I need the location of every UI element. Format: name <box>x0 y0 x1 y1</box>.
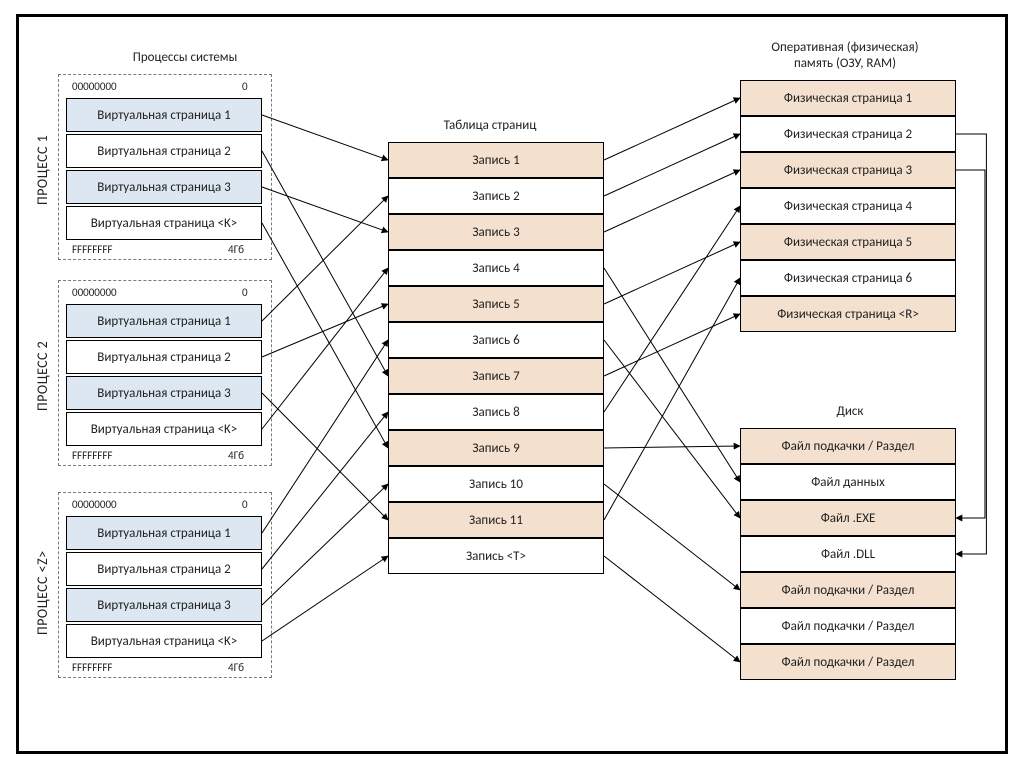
arrows-layer <box>0 0 1024 768</box>
